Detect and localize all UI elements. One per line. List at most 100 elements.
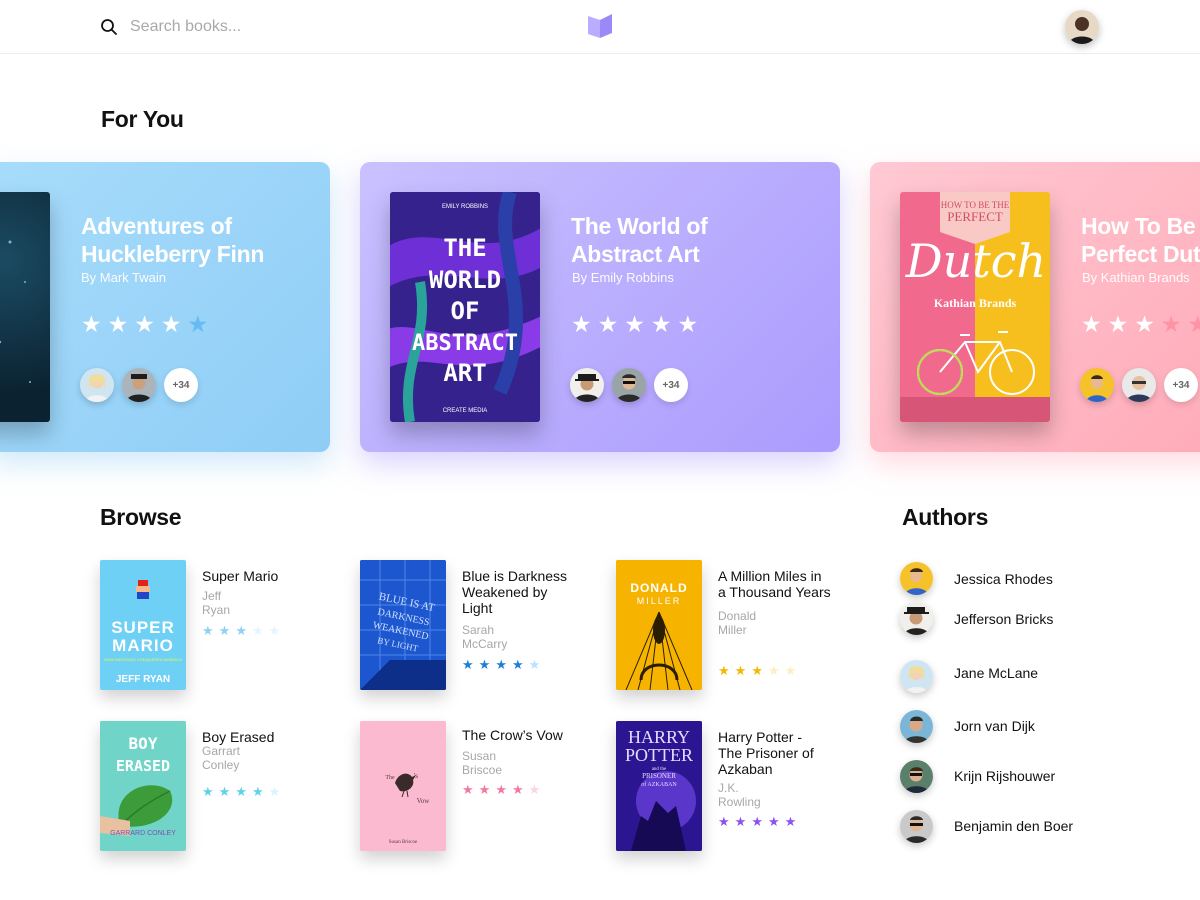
star-icon: ★ xyxy=(624,311,645,337)
readers-group[interactable]: +34 xyxy=(570,368,688,402)
book-author: Donald Miller xyxy=(718,609,757,637)
rating-stars: ★ ★ ★ ★ ★ xyxy=(81,312,208,336)
star-icon: ★ xyxy=(1134,311,1155,337)
featured-title[interactable]: Adventures of Huckleberry Finn xyxy=(81,212,330,268)
star-icon: ★ xyxy=(751,814,763,829)
rating-stars: ★ ★ ★ ★ ★ xyxy=(571,312,698,336)
search-input[interactable] xyxy=(128,17,392,37)
book-title[interactable]: Blue is Darkness Weakened by Light xyxy=(462,568,592,616)
book-cover[interactable]: The 's Vow Susan Briscoe xyxy=(360,721,446,851)
cover-top-text: EMILY ROBBINS xyxy=(442,204,488,210)
book-logo-icon[interactable] xyxy=(587,13,613,39)
author-item[interactable]: Benjamin den Boer xyxy=(900,810,1073,843)
cover-word: OF xyxy=(451,297,480,325)
cover-subtitle: HOW NINTENDO CONQUERED AMERICA xyxy=(104,657,182,662)
author-name[interactable]: Jefferson Bricks xyxy=(954,611,1053,627)
star-icon: ★ xyxy=(251,784,264,799)
author-item[interactable]: Jane McLane xyxy=(900,660,1038,693)
star-icon: ★ xyxy=(1081,311,1102,337)
author-avatar[interactable] xyxy=(900,602,933,635)
star-icon: ★ xyxy=(650,311,672,337)
star-icon: ★ xyxy=(1107,311,1129,337)
search-bar[interactable] xyxy=(100,14,392,40)
author-name[interactable]: Jorn van Dijk xyxy=(954,718,1035,734)
star-icon: ★ xyxy=(202,623,214,638)
author-name[interactable]: Krijn Rijshouwer xyxy=(954,768,1055,784)
book-cover[interactable]: SUPER MARIO HOW NINTENDO CONQUERED AMERI… xyxy=(100,560,186,690)
book-cover[interactable] xyxy=(0,192,50,422)
search-icon[interactable] xyxy=(100,18,118,36)
star-icon: ★ xyxy=(767,814,780,829)
book-author: Sarah McCarry xyxy=(462,623,508,651)
featured-card-perfect-dutch[interactable]: HOW TO BE THE PERFECT Dutch Kathian Bran… xyxy=(870,162,1200,452)
cover-text: The xyxy=(385,775,395,781)
author-item[interactable]: Jefferson Bricks xyxy=(900,602,1053,635)
star-icon: ★ xyxy=(511,782,524,797)
more-readers-badge[interactable]: +34 xyxy=(1164,368,1198,402)
cover-word: ART xyxy=(443,359,486,387)
author-name[interactable]: Jane McLane xyxy=(954,665,1038,681)
book-cover[interactable]: DONALD MILLER xyxy=(616,560,702,690)
reader-avatar[interactable] xyxy=(80,368,114,402)
reader-avatar[interactable] xyxy=(570,368,604,402)
book-cover[interactable]: HOW TO BE THE PERFECT Dutch Kathian Bran… xyxy=(900,192,1050,422)
star-icon: ★ xyxy=(677,311,699,337)
featured-title[interactable]: How To Be The Perfect Dutch xyxy=(1081,212,1200,268)
featured-title[interactable]: The World of Abstract Art xyxy=(571,212,831,268)
reader-avatar[interactable] xyxy=(1122,368,1156,402)
reader-avatar[interactable] xyxy=(1080,368,1114,402)
more-readers-badge[interactable]: +34 xyxy=(654,368,688,402)
author-item[interactable]: Krijn Rijshouwer xyxy=(900,760,1055,793)
cover-author: Kathian Brands xyxy=(934,296,1017,310)
for-you-heading: For You xyxy=(101,106,184,132)
star-icon: ★ xyxy=(718,663,730,678)
author-avatar[interactable] xyxy=(900,660,933,693)
book-title[interactable]: A Million Miles in a Thousand Years xyxy=(718,568,848,600)
book-title[interactable]: Super Mario xyxy=(202,568,332,584)
book-cover[interactable]: BOY ERASED GARRARD CONLEY xyxy=(100,721,186,851)
cover-subtitle: of AZKABAN xyxy=(641,781,677,788)
readers-group[interactable]: +34 xyxy=(1080,368,1198,402)
rating-stars: ★ ★ ★ ★ ★ xyxy=(718,815,796,829)
cover-word: THE xyxy=(443,234,486,262)
featured-author: By Kathian Brands xyxy=(1082,270,1190,285)
author-avatar[interactable] xyxy=(900,760,933,793)
readers-group[interactable]: +34 xyxy=(80,368,198,402)
star-icon: ★ xyxy=(767,663,780,678)
cover-text: 's xyxy=(414,772,418,780)
star-icon: ★ xyxy=(462,657,474,672)
book-cover[interactable]: EMILY ROBBINS THE WORLD OF ABSTRACT ART … xyxy=(390,192,540,422)
star-icon: ★ xyxy=(235,623,247,638)
star-icon: ★ xyxy=(1187,311,1200,337)
user-avatar[interactable] xyxy=(1065,10,1099,44)
more-readers-badge[interactable]: +34 xyxy=(164,368,198,402)
author-name[interactable]: Jessica Rhodes xyxy=(954,571,1053,587)
book-cover[interactable]: BLUE IS AT DARKNESS WEAKENED BY LIGHT xyxy=(360,560,446,690)
cover-author: GARRARD CONLEY xyxy=(110,830,176,837)
author-avatar[interactable] xyxy=(900,710,933,743)
top-bar xyxy=(0,0,1200,54)
featured-card-world-of-abstract-art[interactable]: EMILY ROBBINS THE WORLD OF ABSTRACT ART … xyxy=(360,162,840,452)
cover-word: DONALD xyxy=(630,581,687,595)
cover-script-title: Dutch xyxy=(905,234,1046,288)
browse-heading: Browse xyxy=(100,504,182,530)
star-icon: ★ xyxy=(462,782,474,797)
book-title[interactable]: Boy Erased xyxy=(202,729,332,745)
author-name[interactable]: Benjamin den Boer xyxy=(954,818,1073,834)
reader-avatar[interactable] xyxy=(612,368,646,402)
star-icon: ★ xyxy=(268,623,281,638)
star-icon: ★ xyxy=(718,814,730,829)
book-cover[interactable]: HARRY POTTER and the PRISONER of AZKABAN xyxy=(616,721,702,851)
cover-publisher: CREATE MEDIA xyxy=(443,408,488,414)
book-title[interactable]: Harry Potter - The Prisoner of Azkaban xyxy=(718,729,848,777)
author-item[interactable]: Jorn van Dijk xyxy=(900,710,1035,743)
author-avatar[interactable] xyxy=(900,562,933,595)
book-title[interactable]: The Crow’s Vow xyxy=(462,727,592,743)
star-icon: ★ xyxy=(751,663,763,678)
featured-author: By Mark Twain xyxy=(81,270,167,285)
book-author: Garrart Conley xyxy=(202,744,241,772)
reader-avatar[interactable] xyxy=(122,368,156,402)
featured-card-huckleberry-finn[interactable]: Adventures of Huckleberry Finn By Mark T… xyxy=(0,162,330,452)
author-item[interactable]: Jessica Rhodes xyxy=(900,562,1053,595)
author-avatar[interactable] xyxy=(900,810,933,843)
